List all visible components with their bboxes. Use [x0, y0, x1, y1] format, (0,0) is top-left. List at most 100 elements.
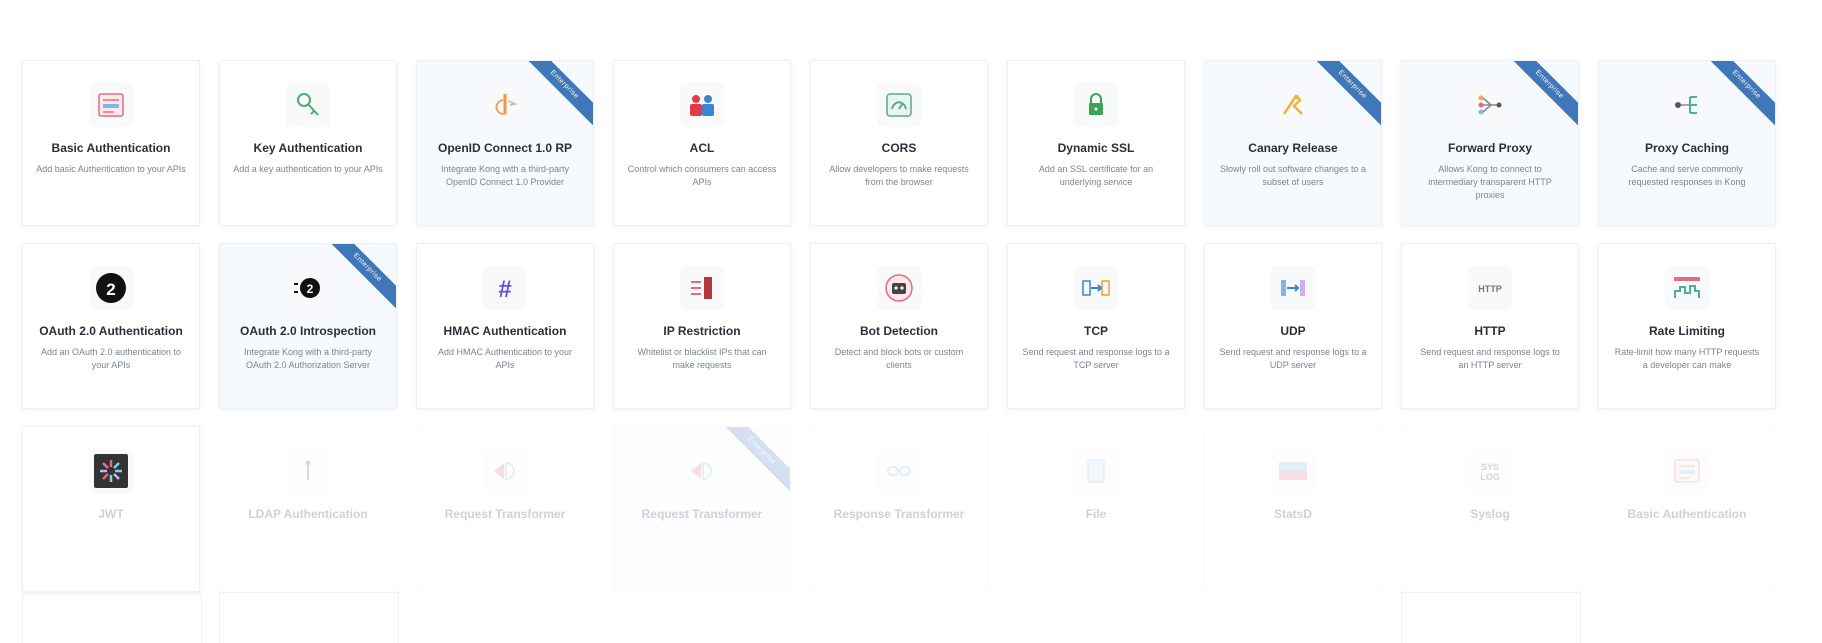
plugin-card[interactable]: SYS LOG Syslog — [1401, 426, 1579, 592]
plugin-card[interactable]: Rate Limiting Rate-limit how many HTTP re… — [1598, 243, 1776, 409]
plugin-description: Send request and response logs to a UDP … — [1219, 347, 1367, 370]
plugin-card[interactable]: Enterprise Forward Proxy Allows Kong to co… — [1401, 60, 1579, 226]
response-transformer-icon — [877, 449, 921, 493]
plugin-description: Add HMAC Authentication to your APIs — [437, 347, 573, 370]
forward-proxy-icon — [1468, 83, 1512, 127]
key-icon — [286, 83, 330, 127]
plugin-title: Request Transformer — [444, 507, 566, 521]
svg-text:2: 2 — [106, 280, 115, 299]
plugin-description: Slowly roll out software changes to a su… — [1219, 164, 1367, 187]
plugin-card[interactable]: JWT — [22, 426, 200, 592]
svg-text:LOG: LOG — [1480, 472, 1500, 482]
plugin-description: Whitelist or blacklist IPs that can make… — [637, 347, 767, 370]
plugin-description: Allow developers to make requests from t… — [829, 164, 969, 187]
tcp-icon — [1074, 266, 1118, 310]
plugin-description: Detect and block bots or custom clients — [834, 347, 964, 370]
plugin-title: File — [1085, 507, 1107, 521]
plugin-description: Add an OAuth 2.0 authentication to your … — [40, 347, 182, 370]
plugin-title: Forward Proxy — [1447, 141, 1533, 155]
plugin-card[interactable]: ACL Control which consumers can access AP… — [613, 60, 791, 226]
plugin-title: JWT — [98, 507, 124, 521]
plugin-title: LDAP Authentication — [248, 507, 368, 521]
svg-text:HTTP: HTTP — [1478, 284, 1502, 294]
canary-icon — [1271, 83, 1315, 127]
oauth-introspection-icon: 2 — [286, 266, 330, 310]
file-icon — [1074, 449, 1118, 493]
plugin-card[interactable]: Dynamic SSL Add an SSL certificate for an… — [1007, 60, 1185, 226]
plugin-card[interactable]: Enterprise Canary Release Slowly roll out … — [1204, 60, 1382, 226]
syslog-icon: SYS LOG — [1468, 449, 1512, 493]
plugin-card[interactable]: Basic Authentication — [1598, 426, 1776, 592]
plugin-description: Send request and response logs to an HTT… — [1420, 347, 1560, 370]
plugin-card[interactable]: Bot Detection Detect and block bots or cu… — [810, 243, 988, 409]
plugin-card[interactable]: StatsD — [1204, 426, 1382, 592]
basic-auth-icon — [89, 83, 133, 127]
plugin-card[interactable]: UDP Send request and response logs to a U… — [1204, 243, 1382, 409]
plugin-title: TCP — [1084, 324, 1108, 338]
plugin-description: Allows Kong to connect to intermediary t… — [1428, 164, 1552, 200]
http-icon: HTTP — [1468, 266, 1512, 310]
plugin-description: Integrate Kong with a third-party OpenID… — [440, 164, 570, 187]
plugin-title: Response Transformer — [833, 507, 965, 521]
plugin-title: IP Restriction — [663, 324, 741, 338]
ldap-icon — [286, 449, 330, 493]
plugin-card[interactable]: # HMAC Authentication Add HMAC Authenticat… — [416, 243, 594, 409]
plugin-title: Canary Release — [1248, 141, 1338, 155]
plugin-title: Basic Authentication — [1627, 507, 1747, 521]
plugin-title: OAuth 2.0 Introspection — [239, 324, 376, 338]
ghost-card — [1401, 592, 1581, 643]
proxy-caching-icon — [1665, 83, 1709, 127]
jwt-icon — [89, 449, 133, 493]
oauth-icon: 2 — [89, 266, 133, 310]
plugin-title: Syslog — [1470, 507, 1510, 521]
plugin-card[interactable]: Request Transformer — [416, 426, 594, 592]
plugin-title: ACL — [689, 141, 715, 155]
svg-text:2: 2 — [307, 282, 314, 296]
plugin-card[interactable]: 2 OAuth 2.0 Authentication Add an OAuth 2.… — [22, 243, 200, 409]
plugin-description: Add an SSL certificate for an underlying… — [1038, 164, 1154, 187]
plugin-card[interactable]: Response Transformer — [810, 426, 988, 592]
rate-limit-icon — [1665, 266, 1709, 310]
plugin-card[interactable]: Enterprise Proxy Caching Cache and serve c… — [1598, 60, 1776, 226]
svg-text:#: # — [498, 276, 511, 303]
transformer-icon — [483, 449, 527, 493]
plugin-card[interactable]: Key Authentication Add a key authenticati… — [219, 60, 397, 226]
plugin-card[interactable]: Basic Authentication Add basic Authentica… — [22, 60, 200, 226]
openid-icon — [483, 83, 527, 127]
lock-icon — [1074, 83, 1118, 127]
plugin-title: Bot Detection — [860, 324, 938, 338]
bot-icon — [877, 266, 921, 310]
plugin-title: OAuth 2.0 Authentication — [39, 324, 183, 338]
plugin-card[interactable]: CORS Allow developers to make requests fr… — [810, 60, 988, 226]
plugin-card[interactable]: HTTP HTTP Send request and response logs t… — [1401, 243, 1579, 409]
plugin-card[interactable]: Enterprise Request Transformer — [613, 426, 791, 592]
plugin-card[interactable]: IP Restriction Whitelist or blacklist IPs… — [613, 243, 791, 409]
ip-restriction-icon — [680, 266, 724, 310]
ghost-card — [22, 592, 202, 643]
transformer-icon — [680, 449, 724, 493]
plugin-grid: Basic Authentication Add basic Authentica… — [22, 60, 1776, 592]
plugin-title: Key Authentication — [253, 141, 363, 155]
plugin-title: StatsD — [1273, 507, 1312, 521]
plugin-card[interactable]: TCP Send request and response logs to a T… — [1007, 243, 1185, 409]
plugin-title: Dynamic SSL — [1057, 141, 1135, 155]
plugin-description: Cache and serve commonly requested respo… — [1628, 164, 1746, 187]
cors-icon — [877, 83, 921, 127]
plugin-title: OpenID Connect 1.0 RP — [437, 141, 573, 155]
udp-icon — [1271, 266, 1315, 310]
plugin-title: CORS — [881, 141, 917, 155]
plugin-title: HMAC Authentication — [443, 324, 567, 338]
users-icon — [680, 83, 724, 127]
plugin-card[interactable]: File — [1007, 426, 1185, 592]
plugin-title: Rate Limiting — [1648, 324, 1725, 338]
plugin-description: Rate-limit how many HTTP requests a deve… — [1614, 347, 1760, 370]
plugin-card[interactable]: Enterprise OpenID Connect 1.0 RP Integrate… — [416, 60, 594, 226]
statsd-icon — [1271, 449, 1315, 493]
plugin-title: Request Transformer — [641, 507, 763, 521]
plugin-title: UDP — [1280, 324, 1306, 338]
plugin-description: Integrate Kong with a third-party OAuth … — [243, 347, 373, 370]
plugin-title: Proxy Caching — [1644, 141, 1730, 155]
svg-text:SYS: SYS — [1481, 462, 1499, 472]
plugin-card[interactable]: LDAP Authentication — [219, 426, 397, 592]
plugin-card[interactable]: Enterprise 2 OAuth 2.0 Introspection Integr… — [219, 243, 397, 409]
